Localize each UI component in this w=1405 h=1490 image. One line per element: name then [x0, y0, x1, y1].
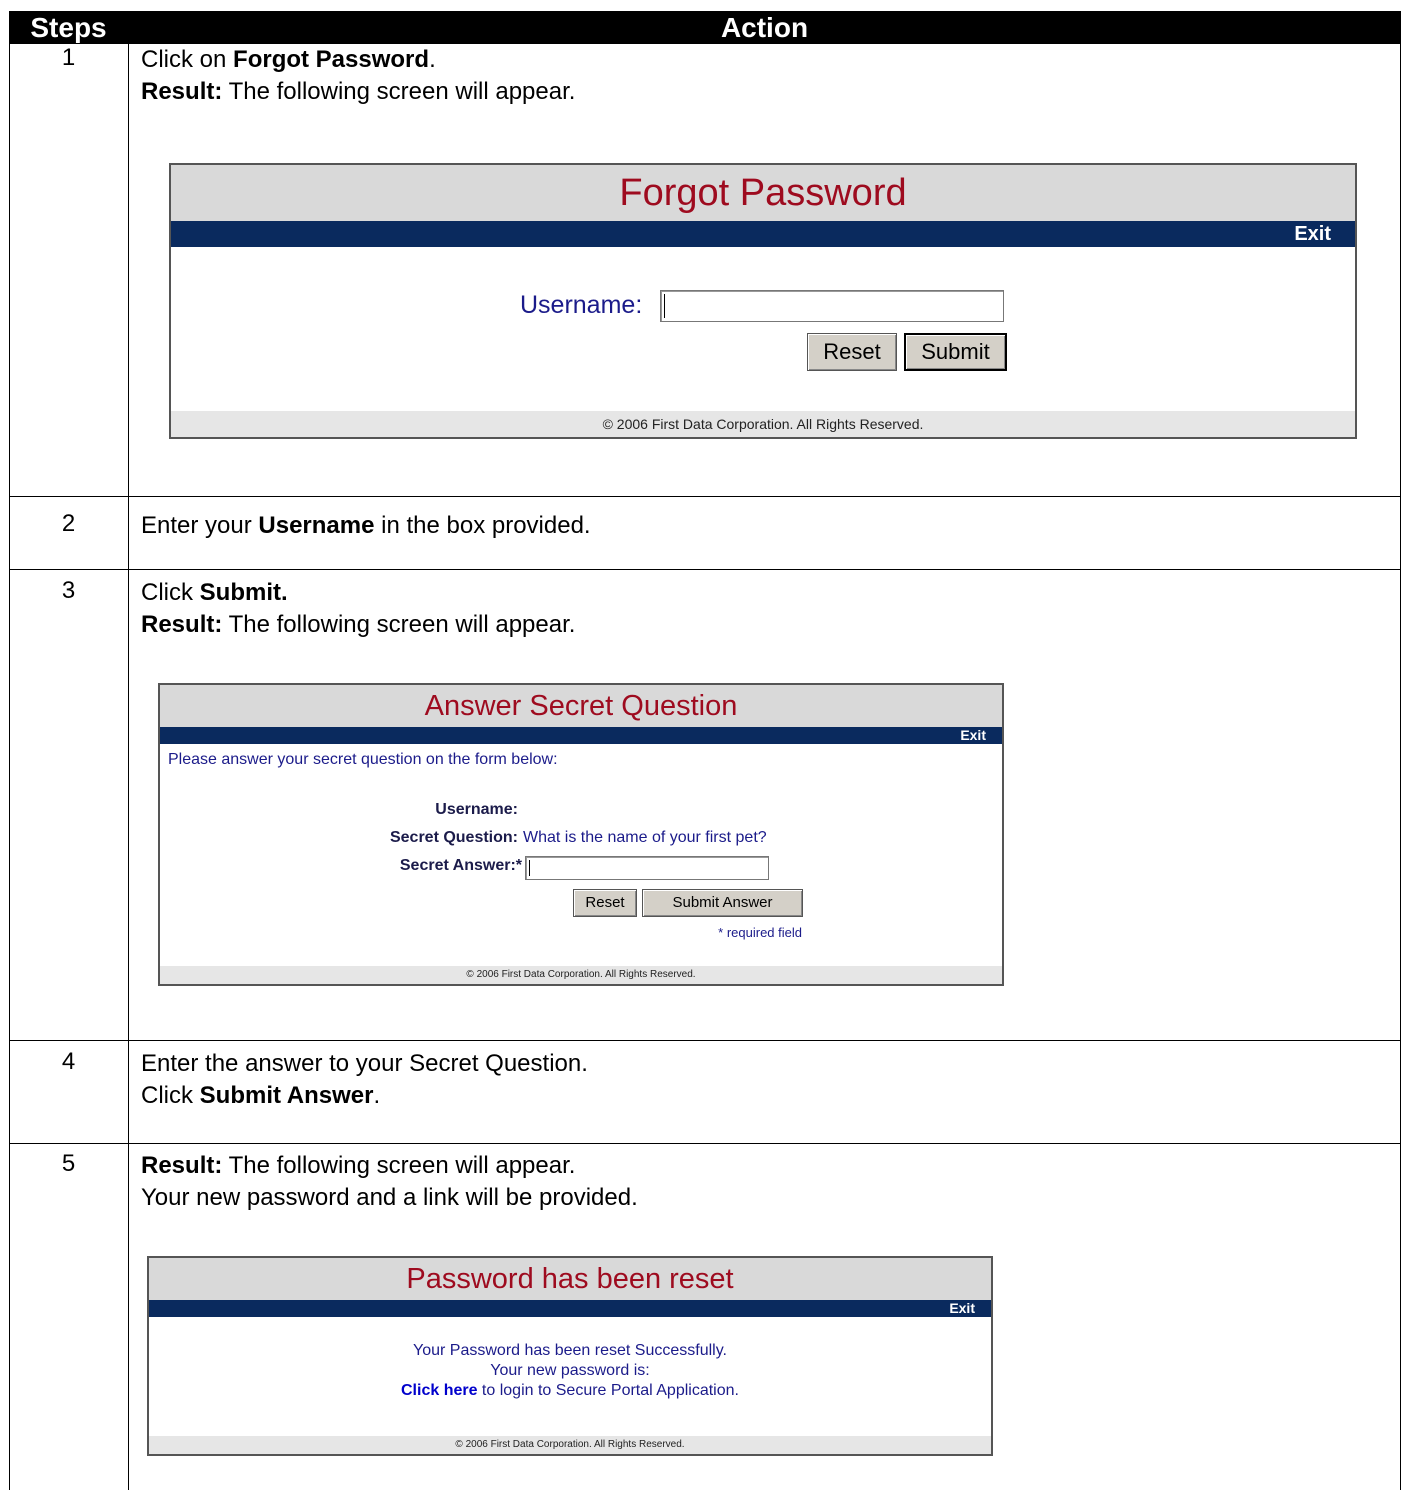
intro-text: Please answer your secret question on th…: [168, 751, 558, 768]
row-divider: [9, 1143, 1401, 1144]
reset-button[interactable]: Reset: [573, 889, 637, 917]
copyright-footer: © 2006 First Data Corporation. All Right…: [149, 1436, 991, 1454]
step-number: 1: [61, 44, 76, 71]
reset-success-message: Your Password has been reset Successfull…: [413, 1342, 727, 1359]
step4-instruction: Enter the answer to your Secret Question…: [141, 1050, 588, 1077]
secret-question-value: What is the name of your first pet?: [523, 829, 767, 846]
row-divider: [9, 569, 1401, 570]
step1-instruction: Click on Forgot Password.: [141, 46, 436, 73]
username-input[interactable]: [660, 290, 1004, 322]
row-divider: [9, 1040, 1401, 1041]
secret-question-label: Secret Question:: [389, 829, 518, 846]
table-header: Steps Action: [9, 11, 1401, 44]
exit-link[interactable]: Exit: [149, 1300, 991, 1317]
step-number: 3: [61, 577, 76, 604]
step-number: 4: [61, 1048, 76, 1075]
password-reset-screenshot: Password has been reset Exit Your Passwo…: [147, 1256, 993, 1456]
step4-click: Click Submit Answer.: [141, 1082, 381, 1109]
step5-info: Your new password and a link will be pro…: [141, 1184, 638, 1211]
secret-answer-label: Secret Answer:*: [399, 857, 522, 874]
login-link-line: Click here to login to Secure Portal App…: [401, 1382, 739, 1399]
exit-link[interactable]: Exit: [160, 727, 1002, 744]
forgot-password-screenshot: Forgot Password Exit Username: Reset Sub…: [169, 163, 1357, 439]
copyright-footer: © 2006 First Data Corporation. All Right…: [171, 411, 1355, 437]
step-number: 5: [61, 1150, 76, 1177]
copyright-footer: © 2006 First Data Corporation. All Right…: [160, 966, 1002, 984]
step-number: 2: [61, 510, 76, 537]
username-label: Username:: [435, 801, 518, 818]
answer-secret-question-screenshot: Answer Secret Question Exit Please answe…: [158, 683, 1004, 986]
screen-title: Password has been reset: [149, 1258, 991, 1300]
required-field-note: * required field: [718, 925, 802, 940]
row-divider: [9, 496, 1401, 497]
exit-link[interactable]: Exit: [171, 221, 1355, 247]
screen-title: Answer Secret Question: [160, 685, 1002, 727]
username-label: Username:: [520, 291, 643, 319]
step1-result: Result: The following screen will appear…: [141, 78, 576, 105]
step3-instruction: Click Submit.: [141, 579, 288, 606]
submit-answer-button[interactable]: Submit Answer: [642, 889, 803, 917]
new-password-line: Your new password is:: [490, 1362, 650, 1379]
step3-result: Result: The following screen will appear…: [141, 611, 576, 638]
column-divider: [128, 44, 129, 1490]
steps-column-header: Steps: [30, 12, 107, 43]
reset-button[interactable]: Reset: [807, 333, 897, 371]
action-column-header: Action: [720, 12, 809, 43]
screen-title: Forgot Password: [171, 165, 1355, 221]
step5-result: Result: The following screen will appear…: [141, 1152, 576, 1179]
step2-instruction: Enter your Username in the box provided.: [141, 512, 591, 539]
secret-answer-input[interactable]: [525, 856, 769, 880]
submit-button[interactable]: Submit: [904, 333, 1007, 371]
click-here-link[interactable]: Click here: [401, 1382, 477, 1399]
